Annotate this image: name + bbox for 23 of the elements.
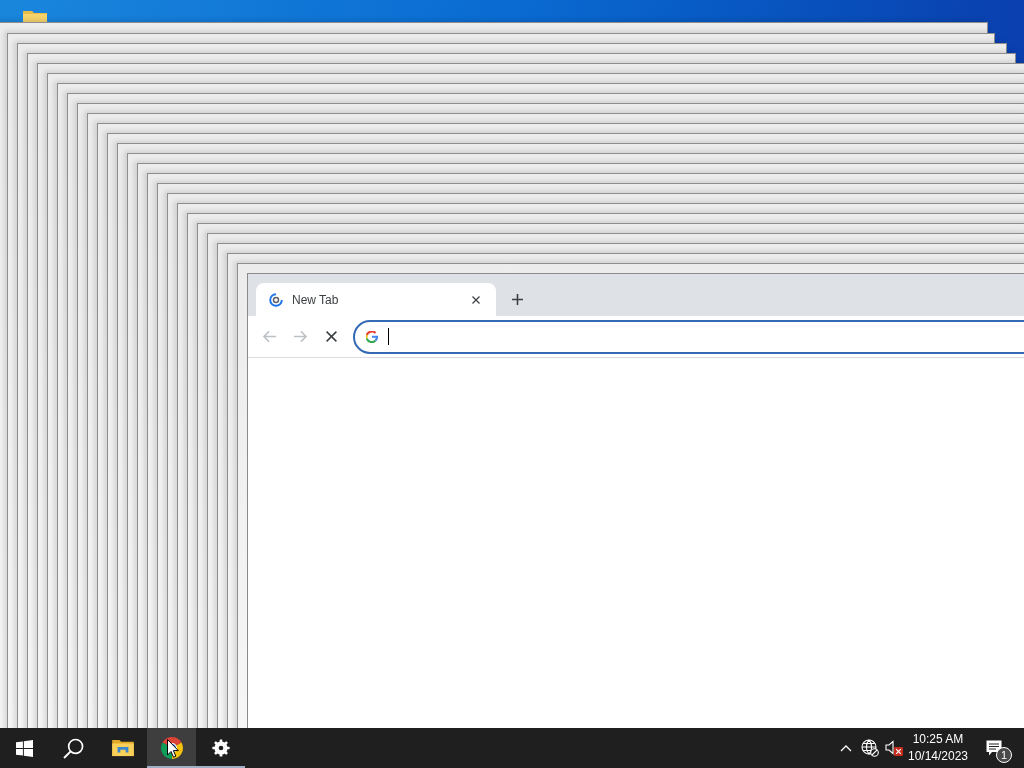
speaker-icon <box>885 740 903 756</box>
close-icon <box>472 295 480 304</box>
windows-logo-icon <box>16 739 33 757</box>
folder-icon[interactable] <box>23 11 47 23</box>
clock[interactable]: 10:25 AM 10/14/2023 <box>906 728 970 768</box>
globe-icon <box>861 739 879 757</box>
browser-button[interactable] <box>147 728 196 768</box>
folder-icon <box>111 739 134 757</box>
address-bar-field[interactable] <box>352 319 1024 354</box>
text-cursor <box>387 328 389 345</box>
notification-count-badge: 1 <box>996 747 1012 763</box>
plus-icon <box>511 293 523 305</box>
gear-icon <box>211 739 230 757</box>
mouse-pointer-icon <box>167 739 179 758</box>
forward-arrow-icon <box>292 330 308 343</box>
action-center-button[interactable]: 1 <box>970 728 1018 768</box>
search-icon <box>63 737 84 759</box>
notification-icon <box>986 740 1002 756</box>
back-arrow-icon <box>262 330 277 343</box>
chevron-up-icon <box>840 744 852 752</box>
google-g-icon <box>365 330 378 343</box>
browser-tab[interactable]: New Tab <box>256 283 496 316</box>
stop-x-icon <box>325 331 337 342</box>
